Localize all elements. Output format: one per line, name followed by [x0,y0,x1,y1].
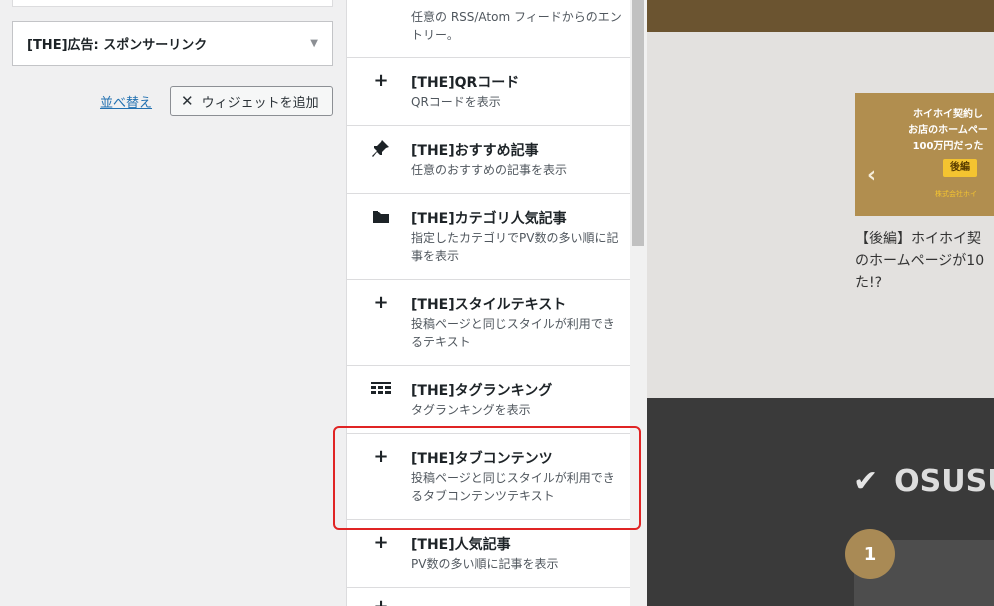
section-heading: ✔ OSUSUM [853,464,994,499]
selected-widget-sponsor-link[interactable]: [THE]広告: スポンサーリンク ▼ [12,21,333,66]
list-item-next[interactable]: + [347,588,630,606]
article-title[interactable]: 【後編】ホイホイ契 のホームページが10 た!? [855,228,994,294]
list-item-title: [THE]スタイルテキスト [411,297,567,313]
list-item-title: [THE]おすすめ記事 [411,143,539,159]
site-preview: ‹ ホイホイ契約し お店のホームペー 100万円だった 後編 株式会社ホイ 【後… [647,0,994,606]
caret-down-icon[interactable]: ▼ [310,38,318,49]
reorder-link[interactable]: 並べ替え [100,92,152,111]
add-widget-label: ウィジェットを追加 [201,95,319,111]
pin-icon [371,139,391,159]
check-icon: ✔ [853,464,879,499]
list-item-title: [THE]人気記事 [411,537,511,553]
list-item-desc: 任意のおすすめの記事を表示 [411,163,568,177]
rank-badge: 1 [845,529,895,579]
chevron-left-icon[interactable]: ‹ [867,163,876,188]
plus-icon: + [373,445,389,467]
list-item-title: [THE]カテゴリ人気記事 [411,211,567,227]
list-item-recommended[interactable]: [THE]おすすめ記事 任意のおすすめの記事を表示 [347,126,630,194]
list-item-tag-ranking[interactable]: [THE]タグランキング タグランキングを表示 [347,366,630,434]
available-widgets-list: 任意の RSS/Atom フィードからのエントリー。 + [THE]QRコード … [346,0,630,606]
plus-icon: + [373,595,389,606]
list-item-title: [THE]QRコード [411,75,520,91]
list-item-desc: 任意の RSS/Atom フィードからのエントリー。 [411,10,622,42]
scrollbar-thumb[interactable] [632,0,644,246]
preview-header [647,0,994,32]
section-heading-text: OSUSUM [894,464,994,499]
selected-widget-label: [THE]広告: スポンサーリンク [27,38,208,53]
widget-area-panel: [THE]広告: スポンサーリンク ▼ 並べ替え ✕ ウィジェットを追加 [0,0,346,606]
banner-text: ホイホイ契約し お店のホームペー 100万円だった [908,109,988,152]
list-item-desc: PV数の多い順に記事を表示 [411,557,559,571]
list-item-desc: 指定したカテゴリでPV数の多い順に記事を表示 [411,231,619,263]
plus-icon: + [373,69,389,91]
close-icon: ✕ [181,92,194,110]
list-item-qr-code[interactable]: + [THE]QRコード QRコードを表示 [347,58,630,126]
list-item-desc: 投稿ページと同じスタイルが利用できるタブコンテンツテキスト [411,471,615,503]
plus-icon: + [373,291,389,313]
banner-brand: 株式会社ホイ [935,190,977,198]
banner-tag: 後編 [943,159,977,177]
previous-widget-edge [12,0,333,7]
list-item-desc: 投稿ページと同じスタイルが利用できるテキスト [411,317,615,349]
add-widget-button[interactable]: ✕ ウィジェットを追加 [170,86,333,116]
list-item-title: [THE]タグランキング [411,383,553,399]
list-item-rss[interactable]: 任意の RSS/Atom フィードからのエントリー。 [347,0,630,58]
list-item-tab-contents[interactable]: + [THE]タブコンテンツ 投稿ページと同じスタイルが利用できるタブコンテンツ… [347,434,630,520]
preview-banner[interactable]: ‹ ホイホイ契約し お店のホームペー 100万円だった 後編 株式会社ホイ [855,93,994,216]
plus-icon: + [373,531,389,553]
list-item-style-text[interactable]: + [THE]スタイルテキスト 投稿ページと同じスタイルが利用できるテキスト [347,280,630,366]
tag-ranking-icon [371,379,391,399]
folder-icon [371,207,391,227]
list-item-desc: QRコードを表示 [411,95,501,109]
list-item-popular-posts[interactable]: + [THE]人気記事 PV数の多い順に記事を表示 [347,520,630,588]
list-item-title: [THE]タブコンテンツ [411,451,553,467]
list-item-desc: タグランキングを表示 [411,403,531,417]
list-item-category-popular[interactable]: [THE]カテゴリ人気記事 指定したカテゴリでPV数の多い順に記事を表示 [347,194,630,280]
